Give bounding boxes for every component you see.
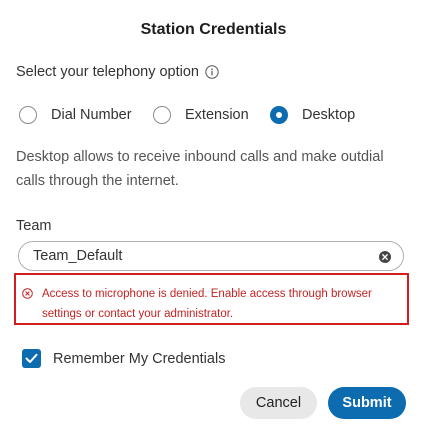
radio-desktop-circle[interactable]	[270, 106, 288, 124]
microphone-error-message: Access to microphone is denied. Enable a…	[14, 273, 409, 325]
cancel-button[interactable]: Cancel	[240, 387, 317, 419]
team-select-value[interactable]: Team_Default	[33, 248, 379, 264]
remember-credentials-checkbox[interactable]: Remember My Credentials	[22, 349, 225, 368]
error-text: Access to microphone is denied. Enable a…	[42, 288, 372, 320]
telephony-description: Desktop allows to receive inbound calls …	[16, 149, 384, 189]
radio-desktop-label[interactable]: Desktop	[302, 107, 355, 123]
team-select-input[interactable]: Team_Default	[18, 241, 404, 271]
team-label: Team	[16, 218, 52, 234]
submit-button[interactable]: Submit	[328, 387, 406, 419]
error-circle-icon	[22, 286, 33, 299]
info-icon[interactable]	[205, 65, 219, 79]
dialog-title: Station Credentials	[140, 21, 287, 38]
radio-extension[interactable]: Extension	[153, 103, 249, 127]
radio-extension-circle[interactable]	[153, 106, 171, 124]
telephony-option-label: Select your telephony option	[16, 64, 219, 80]
checkbox-checked-icon[interactable]	[22, 349, 41, 368]
radio-dial-number-circle[interactable]	[19, 106, 37, 124]
telephony-label-text: Select your telephony option	[16, 64, 199, 80]
radio-extension-label[interactable]: Extension	[185, 107, 249, 123]
radio-desktop[interactable]: Desktop	[270, 103, 355, 127]
remember-credentials-label[interactable]: Remember My Credentials	[53, 351, 225, 367]
clear-icon[interactable]	[379, 250, 391, 263]
radio-dial-number[interactable]: Dial Number	[19, 103, 132, 127]
radio-dial-number-label[interactable]: Dial Number	[51, 107, 132, 123]
